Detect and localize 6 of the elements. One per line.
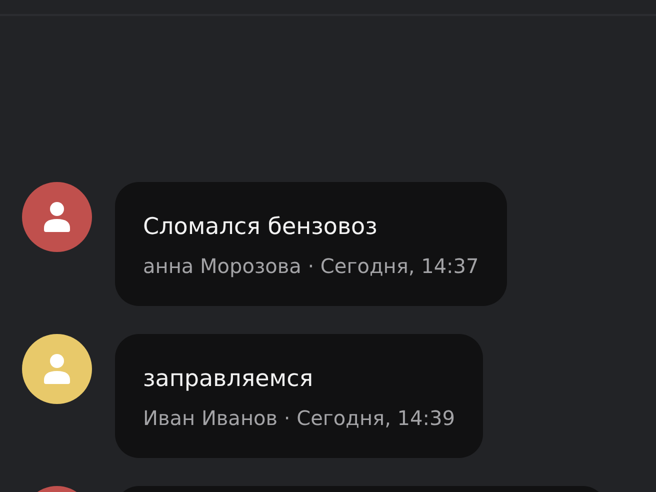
message-meta: Иван Иванов · Сегодня, 14:39	[143, 405, 455, 432]
person-icon	[42, 352, 72, 386]
person-icon	[42, 200, 72, 234]
message-text: заправляемся	[143, 365, 314, 394]
message-text: Сломался бензовоз	[143, 213, 378, 242]
message-meta: анна Морозова · Сегодня, 14:37	[143, 253, 479, 280]
